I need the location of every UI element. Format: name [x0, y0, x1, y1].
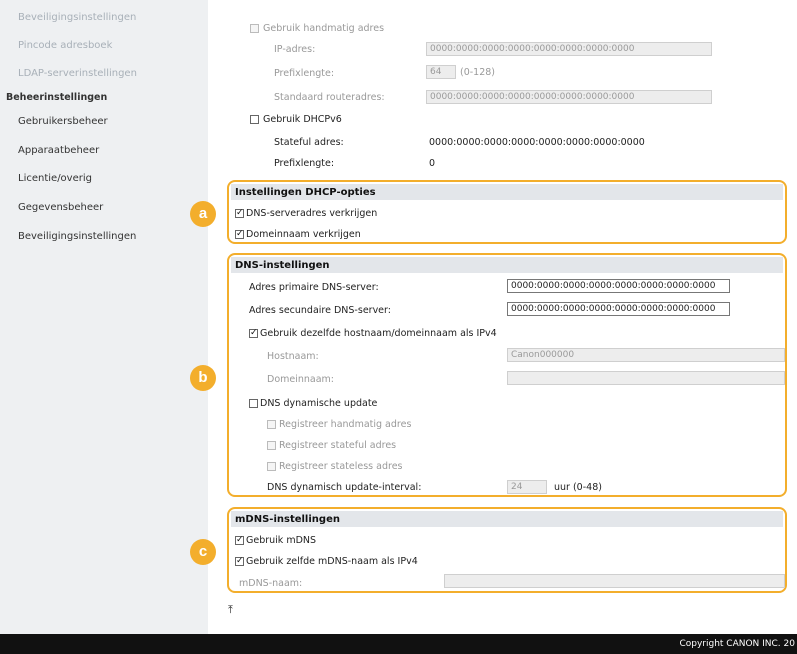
register-stateless-address-checkbox[interactable]: [267, 462, 276, 471]
domain-name-input[interactable]: [507, 371, 785, 385]
footer: Copyright CANON INC. 20: [0, 634, 797, 654]
ip-address-input[interactable]: 0000:0000:0000:0000:0000:0000:0000:0000: [426, 42, 712, 56]
sidebar-item-address-book-pin[interactable]: Pincode adresboek: [18, 40, 112, 51]
same-mdns-name-label: Gebruik zelfde mDNS-naam als IPv4: [246, 556, 418, 567]
main-content: Gebruik handmatig adres IP-adres: 0000:0…: [190, 0, 797, 634]
dhcp-options-section: Instellingen DHCP-opties DNS-serveradres…: [227, 180, 787, 244]
register-stateful-address-checkbox[interactable]: [267, 441, 276, 450]
prefix-length-label: Prefixlengte:: [274, 68, 335, 79]
default-router-input[interactable]: 0000:0000:0000:0000:0000:0000:0000:0000: [426, 90, 712, 104]
callout-badge-a: a: [190, 201, 216, 227]
sidebar-item-security-settings-top[interactable]: Beveiligingsinstellingen: [18, 12, 136, 23]
dns-settings-section: DNS-instellingen Adres primaire DNS-serv…: [227, 253, 787, 497]
hostname-label: Hostnaam:: [267, 351, 319, 362]
dns-dynamic-update-checkbox[interactable]: [249, 399, 258, 408]
sidebar: Beveiligingsinstellingen Pincode adresbo…: [0, 0, 208, 634]
obtain-dns-server-checkbox[interactable]: [235, 207, 244, 219]
register-stateless-address-label: Registreer stateless adres: [279, 461, 403, 472]
dhcp-options-title: Instellingen DHCP-opties: [235, 187, 376, 198]
sidebar-group-management: Beheerinstellingen: [6, 92, 108, 103]
callout-badge-c: c: [190, 539, 216, 565]
secondary-dns-input[interactable]: 0000:0000:0000:0000:0000:0000:0000:0000: [507, 302, 730, 316]
mdns-name-input[interactable]: [444, 574, 785, 588]
mdns-settings-title: mDNS-instellingen: [235, 514, 340, 525]
copyright-text: Copyright CANON INC. 20: [679, 639, 795, 649]
prefix-length-range: (0-128): [460, 67, 496, 78]
primary-dns-label: Adres primaire DNS-server:: [249, 282, 379, 293]
domain-name-label: Domeinnaam:: [267, 374, 335, 385]
primary-dns-input[interactable]: 0000:0000:0000:0000:0000:0000:0000:0000: [507, 279, 730, 293]
secondary-dns-label: Adres secundaire DNS-server:: [249, 305, 391, 316]
obtain-domain-name-label: Domeinnaam verkrijgen: [246, 229, 361, 240]
prefix-length-label-2: Prefixlengte:: [274, 158, 335, 169]
same-mdns-name-checkbox[interactable]: [235, 555, 244, 567]
dns-update-interval-input[interactable]: 24: [507, 480, 547, 494]
prefix-length-input[interactable]: 64: [426, 65, 456, 79]
dhcpv6-label: Gebruik DHCPv6: [263, 114, 342, 125]
mdns-name-label: mDNS-naam:: [239, 578, 303, 589]
sidebar-item-device-management[interactable]: Apparaatbeheer: [18, 145, 99, 156]
dns-settings-title: DNS-instellingen: [235, 260, 330, 271]
default-router-label: Standaard routeradres:: [274, 92, 385, 103]
sidebar-item-license-other[interactable]: Licentie/overig: [18, 173, 92, 184]
ip-address-label: IP-adres:: [274, 44, 316, 55]
prefix-length-value-2: 0: [429, 158, 436, 169]
dhcpv6-checkbox[interactable]: [250, 115, 259, 124]
same-hostname-label: Gebruik dezelfde hostnaam/domeinnaam als…: [260, 328, 497, 339]
use-mdns-checkbox[interactable]: [235, 534, 244, 546]
sidebar-item-user-management[interactable]: Gebruikersbeheer: [18, 116, 108, 127]
dns-update-interval-unit: uur (0-48): [554, 482, 602, 493]
mdns-settings-section: mDNS-instellingen Gebruik mDNS Gebruik z…: [227, 507, 787, 593]
sidebar-item-data-management[interactable]: Gegevensbeheer: [18, 202, 103, 213]
stateful-address-value: 0000:0000:0000:0000:0000:0000:0000:0000: [429, 137, 645, 148]
use-mdns-label: Gebruik mDNS: [246, 535, 317, 546]
sidebar-item-security-settings[interactable]: Beveiligingsinstellingen: [18, 231, 136, 242]
dns-update-interval-label: DNS dynamisch update-interval:: [267, 482, 422, 493]
same-hostname-checkbox[interactable]: [249, 327, 258, 339]
register-manual-address-checkbox[interactable]: [267, 420, 276, 429]
obtain-dns-server-label: DNS-serveradres verkrijgen: [246, 208, 378, 219]
manual-address-checkbox[interactable]: [250, 24, 259, 33]
stateful-address-label: Stateful adres:: [274, 137, 344, 148]
callout-badge-b: b: [190, 365, 216, 391]
back-to-top-icon[interactable]: ⤒: [228, 603, 233, 617]
register-manual-address-label: Registreer handmatig adres: [279, 419, 412, 430]
sidebar-item-ldap-server[interactable]: LDAP-serverinstellingen: [18, 68, 137, 79]
hostname-input[interactable]: Canon000000: [507, 348, 785, 362]
register-stateful-address-label: Registreer stateful adres: [279, 440, 397, 451]
manual-address-label: Gebruik handmatig adres: [263, 23, 385, 34]
obtain-domain-name-checkbox[interactable]: [235, 228, 244, 240]
dns-dynamic-update-label: DNS dynamische update: [260, 398, 378, 409]
